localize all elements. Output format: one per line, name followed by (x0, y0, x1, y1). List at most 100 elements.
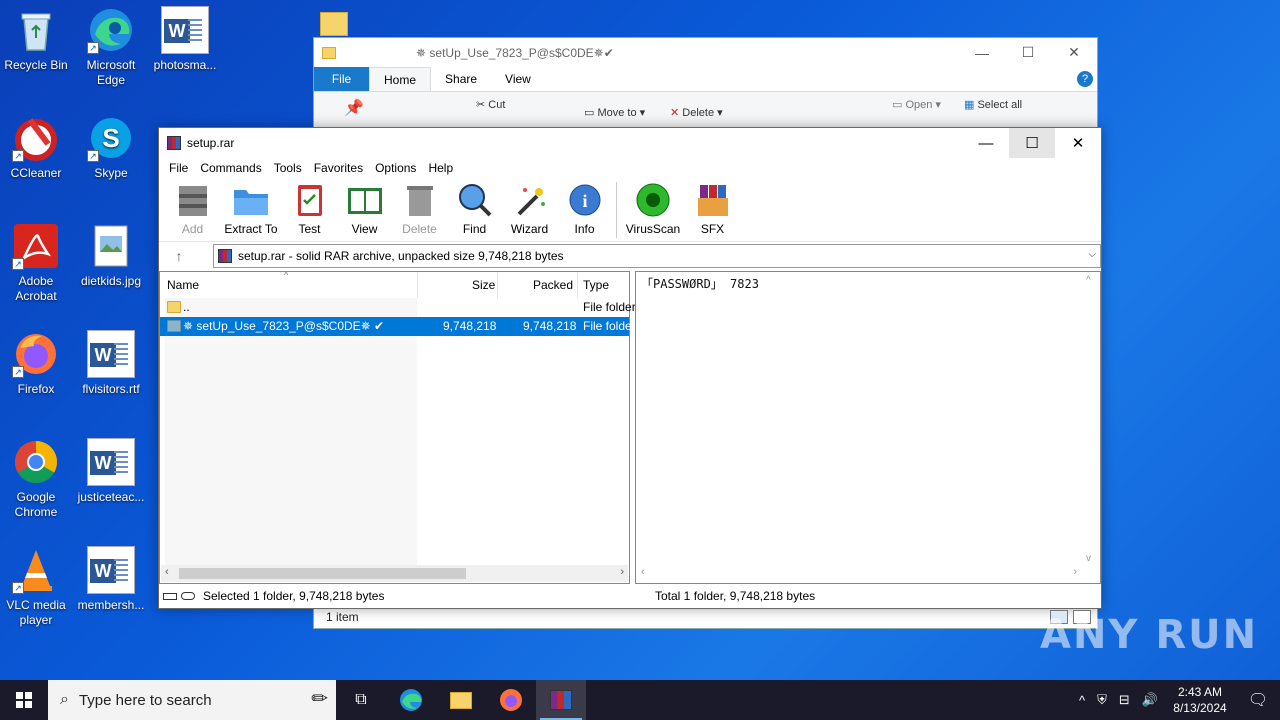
drive-icon[interactable] (163, 592, 177, 600)
table-row[interactable]: ✵ setUp_Use_7823_P@s$C0DE✵ ✔ 9,748,218 9… (160, 317, 636, 336)
desktop-icon-firefox[interactable]: ↗ Firefox (0, 330, 72, 397)
up-arrow-icon[interactable]: ↑ (165, 248, 193, 264)
desktop-icon-vlc[interactable]: ↗ VLC media player (0, 546, 72, 628)
desktop-icon-acrobat[interactable]: ↗ Adobe Acrobat (0, 222, 72, 304)
desktop-icon-dietkids[interactable]: dietkids.jpg (75, 222, 147, 289)
wizard-button[interactable]: Wizard (502, 178, 557, 236)
status-selected: Selected 1 folder, 9,748,218 bytes (203, 589, 385, 603)
task-view-button[interactable]: ⧉ (336, 680, 386, 720)
ccleaner-icon: ↗ (12, 114, 60, 162)
menu-help[interactable]: Help (422, 161, 459, 175)
scroll-left-icon[interactable]: ‹ (641, 566, 645, 578)
delete-button[interactable]: Delete (392, 178, 447, 236)
scrollbar-thumb[interactable] (179, 568, 466, 579)
explorer-ribbon-tabs: File Home Share View ? (314, 67, 1097, 91)
menu-favorites[interactable]: Favorites (308, 161, 369, 175)
column-packed[interactable]: Packed (533, 278, 573, 292)
desktop-icon-photosma[interactable]: photosma... (149, 6, 221, 73)
archive-comment-pane[interactable]: 「PASSWØRD」 7823 ^ v ‹ › (635, 271, 1101, 584)
open-button[interactable]: ▭ Open ▾ (892, 98, 941, 111)
tab-share[interactable]: Share (431, 67, 491, 91)
folder-icon (167, 301, 181, 313)
delete-button[interactable]: ✕ Delete ▾ (670, 106, 723, 119)
chevron-down-icon[interactable]: ⌵ (1088, 249, 1096, 260)
maximize-button[interactable]: ☐ (1009, 128, 1055, 158)
desktop-icon-label: Adobe Acrobat (15, 274, 57, 303)
desktop-icon-label: CCleaner (10, 166, 62, 180)
taskbar-edge[interactable] (386, 680, 436, 720)
view-button[interactable]: View (337, 178, 392, 236)
scroll-down-icon[interactable]: v (1086, 553, 1091, 564)
desktop-icon-edge[interactable]: ↗ Microsoft Edge (75, 6, 147, 88)
winrar-window[interactable]: setup.rar — ☐ ✕ File Commands Tools Favo… (158, 127, 1102, 609)
tab-view[interactable]: View (491, 67, 545, 91)
column-name[interactable]: Name (167, 278, 199, 292)
extract-to-button[interactable]: Extract To (220, 178, 282, 236)
help-icon[interactable]: ? (1077, 71, 1093, 87)
extract-folder-icon (232, 182, 270, 218)
taskbar-winrar[interactable] (536, 680, 586, 720)
column-size[interactable]: Size (472, 278, 495, 292)
notification-icon[interactable]: 🗨 (1236, 690, 1280, 710)
rar-archive-icon (218, 249, 232, 263)
scroll-right-icon[interactable]: › (1073, 566, 1077, 578)
add-button[interactable]: Add (165, 178, 220, 236)
find-button[interactable]: Find (447, 178, 502, 236)
desktop-folder-icon[interactable] (320, 12, 348, 36)
taskbar-search-box[interactable]: ⌕ Type here to search ✏ (48, 680, 336, 720)
taskbar-file-explorer[interactable] (436, 680, 486, 720)
table-row[interactable]: .. File folder (160, 298, 636, 317)
menu-file[interactable]: File (163, 161, 194, 175)
menu-options[interactable]: Options (369, 161, 422, 175)
horizontal-scrollbar[interactable]: ‹ › (161, 565, 628, 582)
taskbar-firefox[interactable] (486, 680, 536, 720)
network-icon[interactable]: ⊟ (1113, 692, 1136, 708)
tab-home[interactable]: Home (369, 67, 432, 91)
explorer-title-bar[interactable]: ✵ setUp_Use_7823_P@s$C0DE✵✔ — ☐ ✕ (314, 38, 1097, 67)
pin-icon[interactable]: 📌 (344, 98, 364, 118)
key-icon[interactable] (181, 592, 195, 600)
menu-tools[interactable]: Tools (268, 161, 308, 175)
desktop-icon-chrome[interactable]: Google Chrome (0, 438, 72, 520)
vertical-scrollbar[interactable]: ^ v (1083, 273, 1099, 566)
archive-path-box[interactable]: setup.rar - solid RAR archive, unpacked … (213, 244, 1101, 268)
select-all-button[interactable]: ▦ Select all (964, 98, 1022, 111)
clock[interactable]: 2:43 AM 8/13/2024 (1164, 684, 1236, 716)
sfx-button[interactable]: SFX (685, 178, 740, 236)
scroll-right-icon[interactable]: › (620, 566, 624, 578)
close-button[interactable]: ✕ (1051, 38, 1097, 67)
desktop-icon-ccleaner[interactable]: ↗ CCleaner (0, 114, 72, 181)
winrar-title-bar[interactable]: setup.rar — ☐ ✕ (159, 128, 1101, 158)
volume-icon[interactable]: 🔊 (1136, 692, 1164, 708)
chevron-up-icon[interactable]: ^ (1073, 693, 1091, 708)
minimize-button[interactable]: — (963, 128, 1009, 158)
row-name: ✵ setUp_Use_7823_P@s$C0DE✵ ✔ (183, 319, 385, 333)
firefox-icon: ↗ (12, 330, 60, 378)
column-type[interactable]: Type (583, 278, 609, 292)
info-button[interactable]: i Info (557, 178, 612, 236)
cut-button[interactable]: ✂ Cut (476, 98, 505, 111)
start-button[interactable] (0, 680, 48, 720)
address-bar: ↑ setup.rar - solid RAR archive, unpacke… (159, 242, 1101, 270)
move-to-button[interactable]: ▭ Move to ▾ (584, 106, 645, 119)
virusscan-button[interactable]: VirusScan (621, 178, 685, 236)
desktop-icon-justiceteac[interactable]: justiceteac... (75, 438, 147, 505)
close-button[interactable]: ✕ (1055, 128, 1101, 158)
winrar-app-icon (550, 690, 572, 710)
maximize-button[interactable]: ☐ (1005, 38, 1051, 67)
desktop-icon-label: flvisitors.rtf (82, 382, 140, 396)
desktop-icon-skype[interactable]: S ↗ Skype (75, 114, 147, 181)
scroll-up-icon[interactable]: ^ (1086, 275, 1091, 286)
horizontal-scrollbar[interactable]: ‹ › (637, 565, 1083, 582)
test-button[interactable]: Test (282, 178, 337, 236)
scroll-left-icon[interactable]: ‹ (165, 566, 169, 578)
tab-file[interactable]: File (314, 67, 369, 91)
security-icon[interactable]: ⛨ (1091, 692, 1113, 708)
desktop-icon-recycle-bin[interactable]: Recycle Bin (0, 6, 72, 73)
minimize-button[interactable]: — (959, 38, 1005, 67)
desktop-icon-membersh[interactable]: membersh... (75, 546, 147, 613)
row-type: File folder (583, 319, 636, 333)
menu-commands[interactable]: Commands (194, 161, 267, 175)
file-list-pane[interactable]: Name ^ Size Packed Type .. File folder ✵… (159, 270, 636, 584)
desktop-icon-flvisitors[interactable]: flvisitors.rtf (75, 330, 147, 397)
